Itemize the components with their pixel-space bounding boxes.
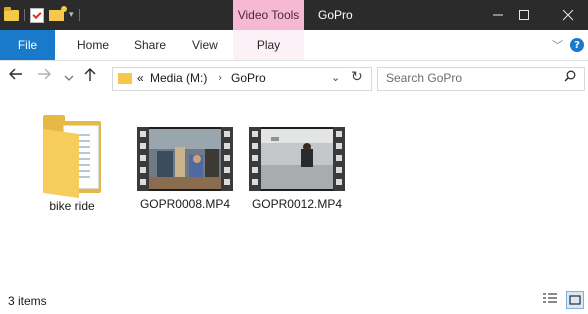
file-list: bike ride GOPR0008.MP4 GOPR0012.MP4 <box>0 95 588 285</box>
divider <box>78 9 80 21</box>
context-tab-video-tools: Video Tools <box>233 0 304 30</box>
new-folder-icon[interactable] <box>49 5 67 21</box>
tab-share[interactable]: Share <box>134 30 166 60</box>
breadcrumb-gopro[interactable]: GoPro <box>231 71 266 85</box>
tab-file[interactable]: File <box>0 30 55 60</box>
breadcrumb-media[interactable]: Media (M:) <box>150 71 207 85</box>
address-bar[interactable]: « Media (M:) › GoPro ⌄ ↻ <box>112 67 372 91</box>
maximize-button[interactable] <box>504 0 544 30</box>
large-icons-view-icon <box>569 295 581 305</box>
status-bar: 3 items <box>0 285 588 314</box>
close-button[interactable] <box>548 0 588 30</box>
close-icon <box>562 9 574 21</box>
tab-play[interactable]: Play <box>233 30 304 60</box>
video-frame-image <box>149 129 221 189</box>
forward-button[interactable] <box>37 68 51 84</box>
back-arrow-icon <box>9 68 22 80</box>
address-dropdown-icon[interactable]: ⌄ <box>331 71 340 84</box>
folder-icon <box>43 115 101 199</box>
video-thumbnail <box>137 127 233 191</box>
item-count: 3 items <box>8 294 47 308</box>
list-item[interactable]: GOPR0008.MP4 <box>137 115 233 211</box>
folder-icon <box>118 73 132 84</box>
tab-view[interactable]: View <box>192 30 218 60</box>
list-item[interactable]: bike ride <box>24 115 120 213</box>
navigation-bar: « Media (M:) › GoPro ⌄ ↻ <box>0 61 588 95</box>
help-icon[interactable]: ? <box>570 38 584 52</box>
tab-home[interactable]: Home <box>77 30 109 60</box>
expand-ribbon-chevron-icon[interactable]: ﹀ <box>552 37 563 53</box>
up-button[interactable] <box>84 68 96 86</box>
video-frame-image <box>261 129 333 189</box>
video-thumbnail <box>249 127 345 191</box>
maximize-icon <box>519 10 529 20</box>
refresh-icon[interactable]: ↻ <box>351 69 363 85</box>
details-view-icon <box>543 293 557 303</box>
chevron-down-icon[interactable]: ▾ <box>69 10 74 20</box>
divider <box>24 9 25 21</box>
breadcrumb-overflow[interactable]: « <box>137 71 144 85</box>
item-label: bike ride <box>49 199 95 213</box>
quick-access-toolbar: ▾ <box>4 5 80 25</box>
recent-locations-button[interactable] <box>64 70 74 86</box>
back-button[interactable] <box>9 68 23 84</box>
folder-icon[interactable] <box>4 6 19 21</box>
properties-icon[interactable] <box>30 7 44 23</box>
title-bar: ▾ Video Tools GoPro <box>0 0 588 30</box>
chevron-down-icon <box>64 75 74 81</box>
item-label: GOPR0012.MP4 <box>251 197 343 211</box>
list-item[interactable]: GOPR0012.MP4 <box>249 115 345 211</box>
minimize-icon <box>493 14 503 16</box>
search-box[interactable] <box>377 67 585 91</box>
search-input[interactable] <box>386 70 546 86</box>
window-title: GoPro <box>318 8 353 22</box>
large-icons-view-button[interactable] <box>566 291 584 309</box>
search-icon[interactable] <box>564 70 576 86</box>
details-view-button[interactable] <box>542 291 560 307</box>
up-arrow-icon <box>84 68 96 81</box>
ribbon-tabs: File Home Share View Play ﹀ ? <box>0 30 588 61</box>
chevron-right-icon[interactable]: › <box>218 71 222 84</box>
item-label: GOPR0008.MP4 <box>139 197 231 211</box>
forward-arrow-icon <box>38 68 51 80</box>
